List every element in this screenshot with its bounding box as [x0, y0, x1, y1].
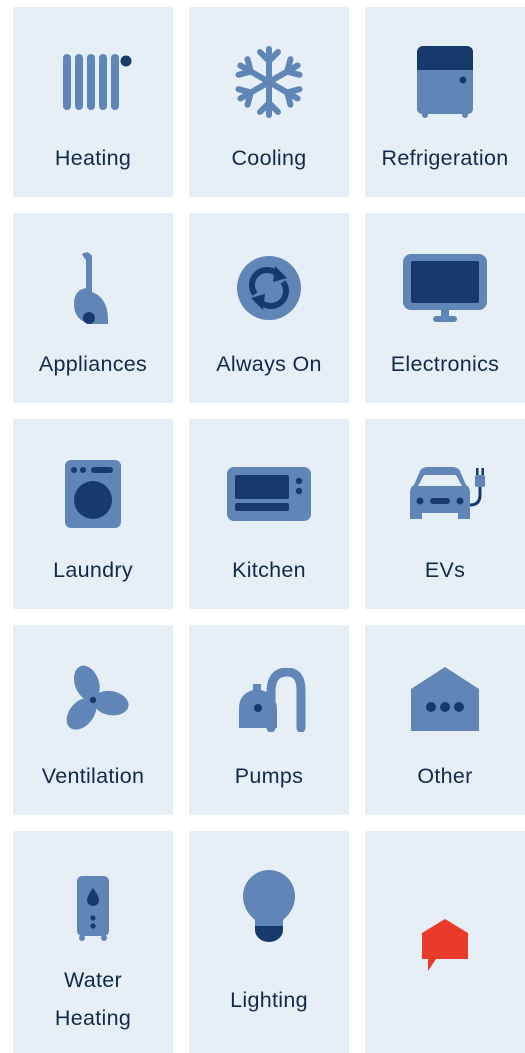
tile-label: Laundry — [53, 558, 133, 582]
tile-refrigeration[interactable]: Refrigeration — [365, 7, 525, 197]
tile-label: Other — [417, 764, 473, 788]
tile-label: Water Heating — [13, 961, 173, 1037]
brand-logo-icon — [365, 901, 525, 991]
fan-icon — [13, 655, 173, 745]
tile-heating[interactable]: Heating — [13, 7, 173, 197]
tile-label: Appliances — [38, 352, 148, 376]
tile-always-on[interactable]: Always On — [189, 213, 349, 403]
tile-evs[interactable]: EVs — [365, 419, 525, 609]
tile-cooling[interactable]: Cooling — [189, 7, 349, 197]
tile-label-line1: Water — [63, 968, 123, 992]
tile-label: Heating — [54, 146, 132, 170]
tile-water-heating[interactable]: Water Heating — [13, 831, 173, 1053]
tile-label: Cooling — [231, 146, 307, 170]
pump-icon — [189, 655, 349, 745]
tile-appliances[interactable]: Appliances — [13, 213, 173, 403]
tile-laundry[interactable]: Laundry — [13, 419, 173, 609]
tile-label: Electronics — [390, 352, 500, 376]
tile-ventilation[interactable]: Ventilation — [13, 625, 173, 815]
tile-label: EVs — [424, 558, 466, 582]
tile-brand[interactable] — [365, 831, 525, 1053]
water-heater-icon — [13, 861, 173, 951]
tile-lighting[interactable]: Lighting — [189, 831, 349, 1053]
refrigerator-icon — [365, 37, 525, 127]
tile-other[interactable]: Other — [365, 625, 525, 815]
electric-car-icon — [365, 449, 525, 539]
vacuum-icon — [13, 243, 173, 333]
tile-label: Lighting — [230, 988, 308, 1012]
tile-label: Ventilation — [41, 764, 145, 788]
tile-label-line2: Heating — [54, 1006, 132, 1030]
lightbulb-icon — [189, 861, 349, 951]
house-dots-icon — [365, 655, 525, 745]
monitor-icon — [365, 243, 525, 333]
radiator-icon — [13, 37, 173, 127]
washing-machine-icon — [13, 449, 173, 539]
tile-label: Pumps — [234, 764, 304, 788]
tile-label: Refrigeration — [381, 146, 509, 170]
cycle-icon — [189, 243, 349, 333]
tile-label: Always On — [216, 352, 322, 376]
tile-kitchen[interactable]: Kitchen — [189, 419, 349, 609]
tile-label: Kitchen — [232, 558, 306, 582]
microwave-icon — [189, 449, 349, 539]
tile-electronics[interactable]: Electronics — [365, 213, 525, 403]
snowflake-icon — [189, 37, 349, 127]
tile-pumps[interactable]: Pumps — [189, 625, 349, 815]
